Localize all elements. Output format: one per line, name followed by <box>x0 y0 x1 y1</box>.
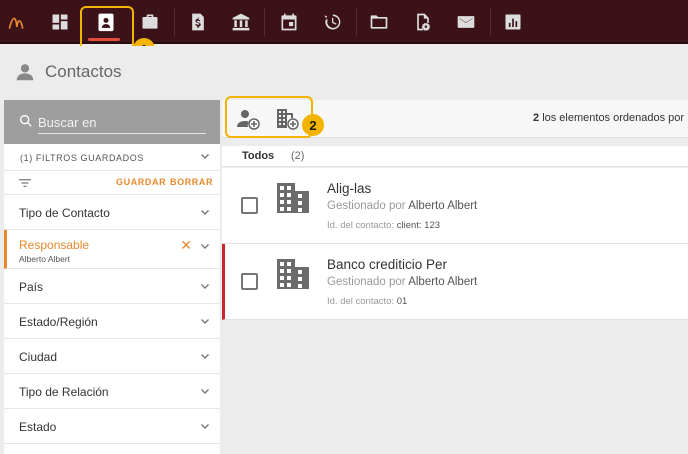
item-count: 2 <box>533 112 540 124</box>
contact-name[interactable]: Alig-las <box>327 181 371 196</box>
filter-country[interactable]: País <box>4 269 220 304</box>
clear-filter-icon[interactable]: ✕ <box>180 237 192 254</box>
nav-divider <box>264 8 265 36</box>
filter-value: Alberto Albert <box>19 254 71 264</box>
mail-icon[interactable] <box>452 8 480 36</box>
filter-label: Responsable <box>19 238 90 252</box>
filter-state-region[interactable]: Estado/Región <box>4 304 220 339</box>
search-bar <box>4 100 220 144</box>
save-filters-button[interactable]: GUARDAR <box>116 177 166 187</box>
chevron-down-icon <box>200 281 210 291</box>
company-icon <box>276 258 310 290</box>
filter-label: Estado <box>19 420 57 434</box>
sort-text: los elementos ordenados por <box>542 112 685 124</box>
filter-label: Tipo de Relación <box>19 385 109 399</box>
tab-all-count: (2) <box>291 150 305 162</box>
managed-by: Gestionado por Alberto Albert <box>327 276 478 288</box>
time-icon[interactable] <box>318 8 346 36</box>
filter-panel: (1) FILTROS GUARDADOS GUARDAR BORRAR Tip… <box>4 100 220 454</box>
contact-card[interactable]: Banco crediticio Per Gestionado por Albe… <box>222 244 688 320</box>
callout-number-2: 2 <box>302 114 324 136</box>
filter-contact-type[interactable]: Tipo de Contacto <box>4 195 220 230</box>
saved-filters-dropdown[interactable]: (1) FILTROS GUARDADOS <box>4 144 220 171</box>
contact-id: Id. del contacto: 01 <box>327 296 408 307</box>
filter-responsible[interactable]: Responsable Alberto Albert ✕ <box>4 230 220 269</box>
contact-card[interactable]: Alig-las Gestionado por Alberto Albert I… <box>222 168 688 244</box>
tab-all[interactable]: Todos <box>242 150 274 162</box>
search-input[interactable] <box>38 112 206 134</box>
saved-filters-label: (1) FILTROS GUARDADOS <box>20 153 144 163</box>
nav-divider <box>174 8 175 36</box>
list-tabs: Todos (2) <box>222 146 688 167</box>
chevron-down-icon <box>200 316 210 326</box>
select-checkbox[interactable] <box>241 273 258 290</box>
document-settings-icon[interactable] <box>409 8 437 36</box>
filter-icon <box>19 176 31 188</box>
callout-highlight-add-buttons <box>225 96 313 138</box>
filter-city[interactable]: Ciudad <box>4 339 220 374</box>
contact-id: Id. del contacto: client: 123 <box>327 220 441 231</box>
dashboard-icon[interactable] <box>46 8 74 36</box>
filter-status[interactable]: Estado <box>4 409 220 444</box>
calendar-icon[interactable] <box>275 8 303 36</box>
chevron-down-icon <box>200 241 210 251</box>
company-icon <box>276 182 310 214</box>
filter-label: País <box>19 280 44 294</box>
logo-icon[interactable] <box>2 8 30 36</box>
chevron-down-icon <box>200 351 210 361</box>
chevron-down-icon <box>200 152 210 162</box>
nav-divider <box>490 8 491 36</box>
briefcase-icon[interactable] <box>136 8 164 36</box>
filter-label: Estado/Región <box>19 315 98 329</box>
reports-icon[interactable] <box>499 8 527 36</box>
chevron-down-icon <box>200 421 210 431</box>
managed-by: Gestionado por Alberto Albert <box>327 200 478 212</box>
person-icon <box>14 61 36 83</box>
bank-icon[interactable] <box>227 8 255 36</box>
filter-relation-type[interactable]: Tipo de Relación <box>4 374 220 409</box>
select-checkbox[interactable] <box>241 197 258 214</box>
clear-filters-button[interactable]: BORRAR <box>170 177 213 187</box>
contact-name[interactable]: Banco crediticio Per <box>327 257 447 272</box>
filter-label: Ciudad <box>19 350 58 364</box>
filter-actions-row: GUARDAR BORRAR <box>4 171 220 195</box>
sort-info: 2 los elementos ordenados por <box>533 112 684 124</box>
page-header: Contactos <box>0 46 688 100</box>
chevron-down-icon <box>200 207 210 217</box>
search-icon <box>18 113 34 129</box>
billing-icon[interactable] <box>184 8 212 36</box>
page-title: Contactos <box>45 62 122 81</box>
chevron-down-icon <box>200 386 210 396</box>
folder-icon[interactable] <box>365 8 393 36</box>
nav-divider <box>356 8 357 36</box>
filter-label: Tipo de Contacto <box>19 206 110 220</box>
